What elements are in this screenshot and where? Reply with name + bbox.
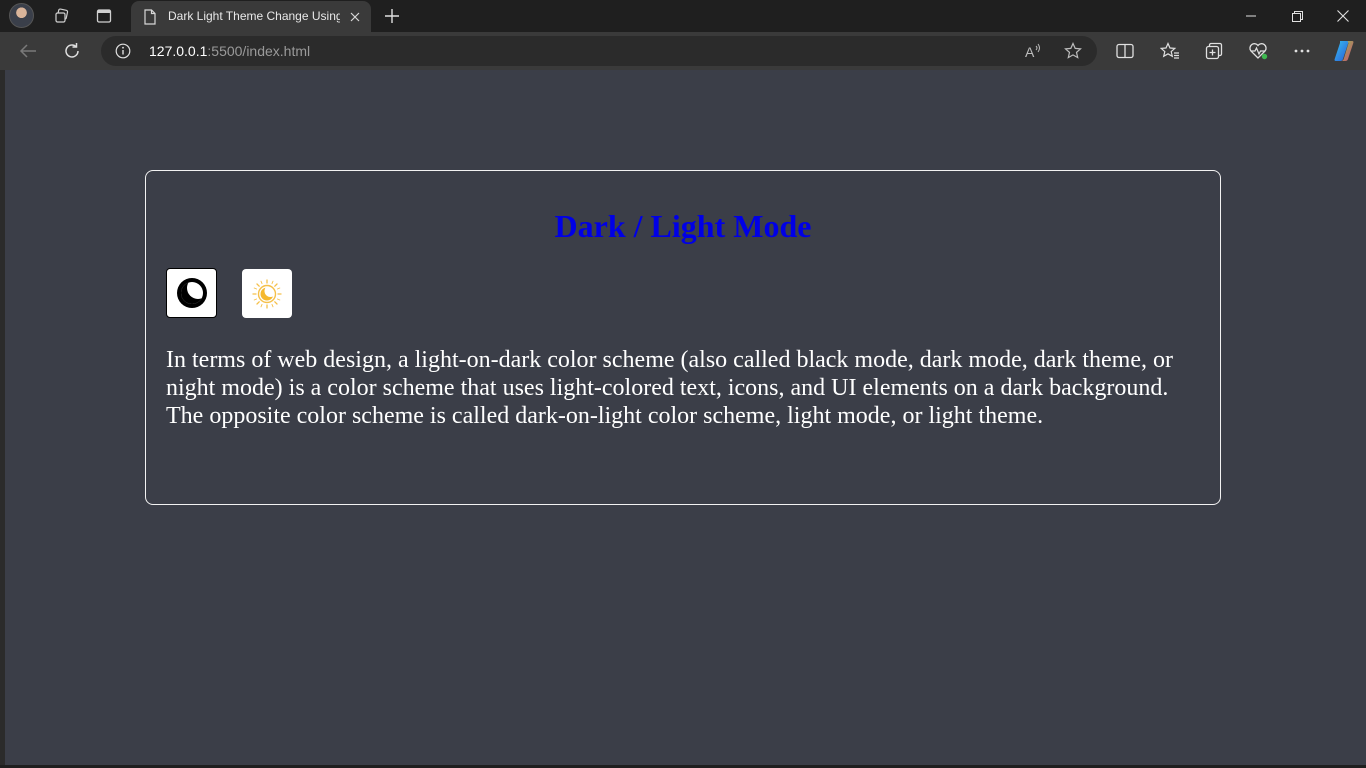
address-bar[interactable]: 127.0.0.1:5500/index.html A <box>101 36 1097 66</box>
tab-actions-button[interactable] <box>88 3 120 29</box>
collections-icon <box>1205 42 1223 60</box>
page-title: Dark / Light Mode <box>554 208 812 244</box>
content-card: Dark / Light Mode In terms of web design… <box>145 170 1221 505</box>
browser-essentials-icon <box>1249 43 1268 60</box>
page-viewport: Dark / Light Mode In terms of web design… <box>5 70 1366 765</box>
close-icon <box>1337 10 1349 22</box>
light-mode-button[interactable] <box>242 269 292 318</box>
workspaces-icon <box>55 8 69 23</box>
url-path: :5500/index.html <box>207 43 311 59</box>
minimize-button[interactable] <box>1228 0 1274 32</box>
split-screen-button[interactable] <box>1110 37 1140 65</box>
dark-mode-button[interactable] <box>166 268 217 318</box>
read-aloud-icon: A <box>1025 43 1040 59</box>
description-text: In terms of web design, a light-on-dark … <box>166 347 1173 429</box>
active-tab[interactable]: Dark Light Theme Change Using JavaScript <box>131 1 371 32</box>
workspaces-button[interactable] <box>46 3 78 29</box>
copilot-button[interactable] <box>1330 37 1358 65</box>
moon-icon <box>176 278 207 308</box>
url-host: 127.0.0.1 <box>149 43 208 59</box>
back-icon <box>19 44 36 58</box>
browser-toolbar: 127.0.0.1:5500/index.html A <box>0 32 1366 70</box>
info-icon[interactable] <box>115 43 131 59</box>
tab-title: Dark Light Theme Change Using JavaScript <box>168 9 340 23</box>
favorites-icon <box>1160 42 1179 59</box>
back-button[interactable] <box>13 37 43 65</box>
tab-close-button[interactable] <box>346 8 364 26</box>
favorite-star-icon <box>1064 42 1082 59</box>
refresh-button[interactable] <box>57 37 87 65</box>
page-icon <box>144 9 156 25</box>
restore-icon <box>1291 10 1303 22</box>
new-tab-button[interactable] <box>378 3 406 29</box>
svg-text:A: A <box>1025 44 1035 59</box>
window-close-button[interactable] <box>1320 0 1366 32</box>
read-aloud-button[interactable]: A <box>1021 40 1045 62</box>
profile-avatar-icon[interactable] <box>9 3 34 28</box>
tab-actions-icon <box>96 9 112 23</box>
tab-strip: Dark Light Theme Change Using JavaScript <box>0 0 1366 32</box>
url-text[interactable]: 127.0.0.1:5500/index.html <box>149 43 310 59</box>
plus-icon <box>385 9 399 23</box>
more-icon <box>1294 49 1310 53</box>
more-button[interactable] <box>1287 37 1317 65</box>
close-icon <box>350 12 360 22</box>
collections-button[interactable] <box>1199 37 1229 65</box>
split-screen-icon <box>1116 43 1134 59</box>
favorite-button[interactable] <box>1061 40 1085 62</box>
copilot-icon <box>1334 41 1354 61</box>
favorites-button[interactable] <box>1155 37 1185 65</box>
browser-essentials-button[interactable] <box>1243 37 1273 65</box>
sun-moon-icon <box>252 278 282 309</box>
refresh-icon <box>65 43 79 58</box>
minimize-icon <box>1246 15 1256 17</box>
restore-button[interactable] <box>1274 0 1320 32</box>
